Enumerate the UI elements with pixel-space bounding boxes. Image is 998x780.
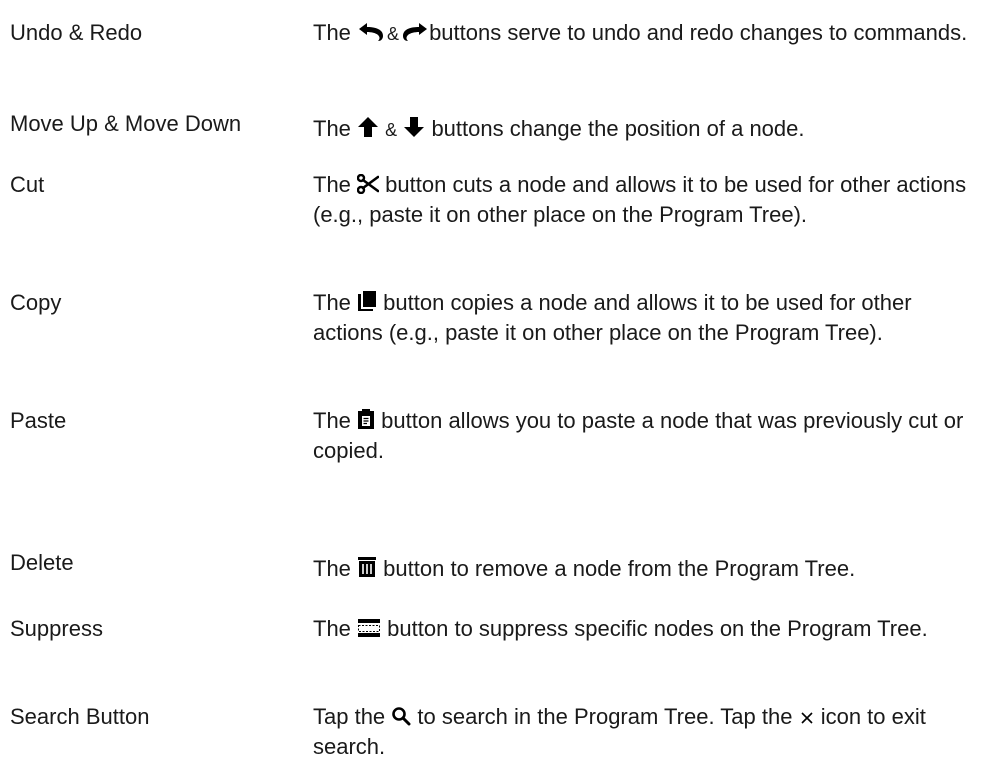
desc-text: buttons change the position of a node. [431,116,805,141]
term-delete: Delete [10,550,74,575]
commands-reference-table: Undo & Redo The & buttons serve to undo a… [0,0,998,780]
desc-paste: The button allows you to paste a node th… [313,406,973,466]
desc-search: Tap the to search in the Program Tree. T… [313,702,973,762]
desc-text: to search in the Program Tree. Tap the [417,704,793,729]
desc-text: The [313,20,351,45]
desc-text: button allows you to paste a node that w… [313,408,964,463]
undo-arrow-icon [357,22,387,42]
arrow-down-icon [403,116,425,138]
search-icon [391,706,411,726]
desc-text: button to remove a node from the Program… [383,556,856,581]
term-search: Search Button [10,704,150,729]
term-cut: Cut [10,172,45,197]
desc-text: & [387,24,400,44]
desc-copy: The button copies a node and allows it t… [313,288,973,348]
desc-text: The [313,116,351,141]
desc-text: & [385,120,398,140]
arrow-up-icon [357,116,379,138]
desc-text: The [313,290,351,315]
term-move-up-down: Move Up & Move Down [10,111,242,136]
close-x-icon [799,710,815,726]
desc-text: Tap the [313,704,386,729]
desc-suppress: The button to suppress specific nodes on… [313,614,973,644]
desc-move-up-down: The & buttons change the position of a n… [313,114,973,145]
desc-delete: The button to remove a node from the Pro… [313,554,973,584]
term-suppress: Suppress [10,616,103,641]
desc-text: button to suppress specific nodes on the… [387,616,928,641]
desc-text: button copies a node and allows it to be… [313,290,912,345]
scissors-icon [357,174,380,194]
desc-undo-redo: The & buttons serve to undo and redo chan… [313,18,973,49]
desc-cut: The button cuts a node and allows it to … [313,170,973,230]
desc-text: buttons serve to undo and redo changes t… [429,20,968,45]
clipboard-paste-icon [357,408,375,430]
suppress-icon [357,618,381,638]
desc-text: The [313,616,351,641]
term-undo-redo: Undo & Redo [10,20,143,45]
desc-text: The [313,172,351,197]
desc-text: The [313,556,351,581]
desc-text: The [313,408,351,433]
redo-arrow-icon [399,22,429,42]
term-copy: Copy [10,290,62,315]
desc-text: button cuts a node and allows it to be u… [313,172,967,227]
copy-icon [357,290,377,312]
term-paste: Paste [10,408,67,433]
trash-icon [357,556,377,578]
